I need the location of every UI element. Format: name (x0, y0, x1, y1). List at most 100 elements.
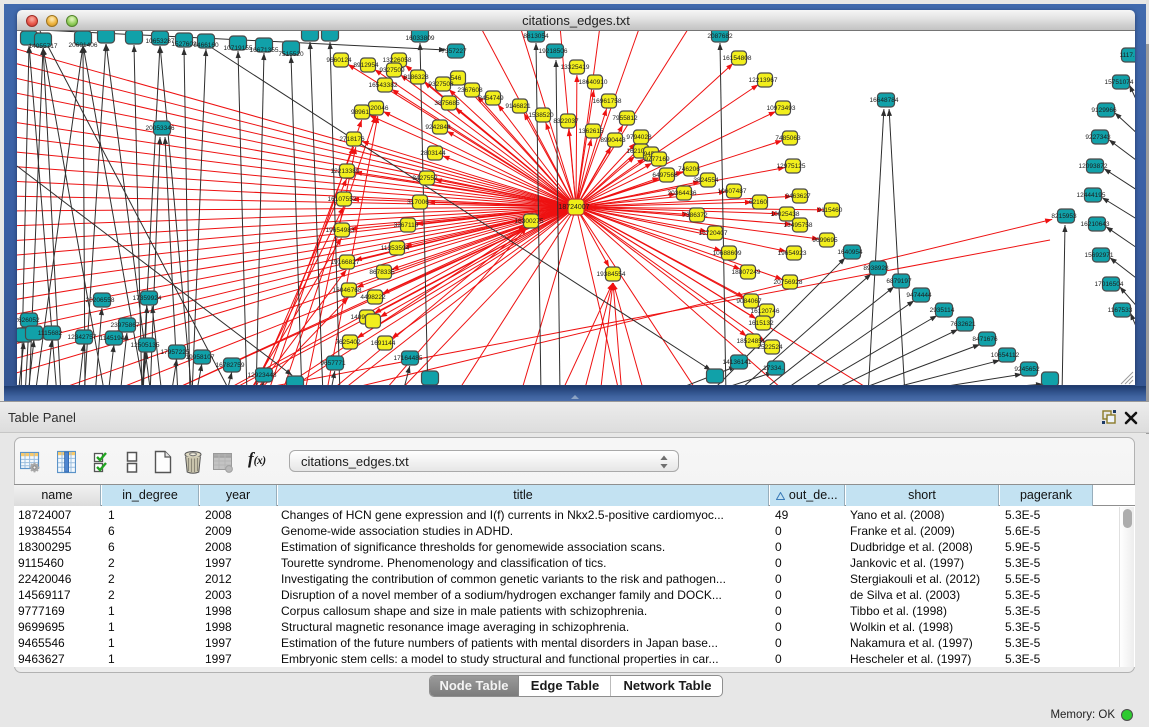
svg-text:16154808: 16154808 (723, 55, 752, 62)
svg-text:1145194: 1145194 (100, 335, 125, 342)
svg-text:16120746: 16120746 (751, 308, 780, 315)
svg-text:2935114: 2935114 (930, 307, 955, 314)
svg-text:98961: 98961 (351, 109, 369, 116)
svg-text:6466160: 6466160 (193, 42, 219, 49)
svg-text:20691406: 20691406 (69, 42, 98, 49)
svg-text:16107552: 16107552 (328, 196, 357, 203)
svg-text:18724007: 18724007 (558, 204, 589, 211)
svg-text:6497568: 6497568 (652, 172, 678, 179)
svg-text:12444195: 12444195 (1077, 192, 1106, 199)
svg-text:9242848: 9242848 (425, 124, 451, 131)
svg-text:14136141: 14136141 (723, 359, 752, 366)
svg-text:2626052: 2626052 (17, 317, 40, 324)
svg-text:11353594: 11353594 (381, 245, 410, 252)
svg-text:9129966: 9129966 (1091, 107, 1117, 114)
svg-text:12342757: 12342757 (68, 334, 97, 341)
svg-text:14055717: 14055717 (29, 43, 58, 50)
svg-text:8938928: 8938928 (863, 265, 889, 272)
svg-text:9245652: 9245652 (1014, 366, 1040, 373)
svg-text:9227343: 9227343 (1085, 134, 1111, 141)
svg-text:18640910: 18640910 (579, 79, 608, 86)
svg-text:1167533: 1167533 (1108, 307, 1133, 314)
svg-text:16033809: 16033809 (406, 35, 435, 42)
svg-text:8186328: 8186328 (403, 74, 429, 81)
svg-text:19654983: 19654983 (326, 227, 355, 234)
svg-text:16046768: 16046768 (333, 287, 362, 294)
svg-text:10688609: 10688609 (713, 250, 742, 257)
svg-text:15720407: 15720407 (699, 230, 728, 237)
svg-text:9794028: 9794028 (626, 134, 652, 141)
svg-text:9084067: 9084067 (736, 298, 762, 305)
svg-text:20206558: 20206558 (86, 297, 115, 304)
svg-text:2522524: 2522524 (757, 344, 783, 351)
svg-text:17359924: 17359924 (133, 295, 162, 302)
svg-text:7357227: 7357227 (441, 48, 467, 55)
svg-text:12213967: 12213967 (749, 77, 778, 84)
svg-text:4498222: 4498222 (360, 294, 386, 301)
svg-text:16210643: 16210643 (1081, 221, 1110, 228)
svg-text:8454749: 8454749 (478, 95, 504, 102)
svg-text:18807249: 18807249 (732, 269, 761, 276)
svg-text:8990443: 8990443 (600, 137, 626, 144)
svg-text:9699695: 9699695 (812, 237, 838, 244)
svg-text:1115682: 1115682 (38, 330, 63, 337)
svg-text:6879197: 6879197 (886, 278, 912, 285)
svg-text:317006: 317006 (407, 199, 429, 206)
svg-text:16671355: 16671355 (250, 47, 279, 54)
svg-text:9115460: 9115460 (818, 207, 843, 214)
svg-text:1538520: 1538520 (528, 112, 554, 119)
svg-text:12923448: 12923448 (248, 372, 277, 379)
svg-text:16961758: 16961758 (593, 98, 622, 105)
svg-text:8813054: 8813054 (523, 33, 549, 40)
svg-text:12505135: 12505135 (131, 342, 160, 349)
svg-text:2367608: 2367608 (457, 87, 483, 94)
svg-text:1362615: 1362615 (578, 128, 604, 135)
svg-text:23975867: 23975867 (111, 322, 140, 329)
svg-text:7955812: 7955812 (612, 115, 638, 122)
svg-text:7515520: 7515520 (278, 51, 304, 58)
svg-text:17016504: 17016504 (1095, 281, 1124, 288)
svg-text:3875685: 3875685 (434, 100, 460, 107)
svg-text:20364436: 20364436 (668, 190, 697, 197)
svg-text:10973493: 10973493 (767, 105, 796, 112)
svg-text:19166827: 19166827 (331, 259, 360, 266)
svg-text:19218506: 19218506 (539, 48, 568, 55)
svg-text:1691144: 1691144 (371, 340, 396, 347)
svg-text:15692971: 15692971 (1085, 252, 1114, 259)
svg-text:10719155: 10719155 (224, 45, 253, 52)
svg-text:7485063: 7485063 (775, 135, 801, 142)
svg-text:8322037: 8322037 (553, 118, 579, 125)
svg-text:13325419: 13325419 (561, 64, 590, 71)
svg-text:2718176: 2718176 (339, 136, 365, 143)
svg-text:15751074: 15751074 (1105, 79, 1134, 86)
svg-text:8427552: 8427552 (412, 175, 438, 182)
svg-text:10607487: 10607487 (718, 188, 747, 195)
svg-text:2087682: 2087682 (707, 33, 733, 40)
svg-text:16543382: 16543382 (369, 82, 398, 89)
svg-text:1615132: 1615132 (748, 320, 774, 327)
svg-text:9657771: 9657771 (320, 360, 346, 367)
svg-text:19958107: 19958107 (186, 354, 215, 361)
svg-text:17164485: 17164485 (394, 355, 423, 362)
svg-text:16782759: 16782759 (216, 362, 245, 369)
svg-text:16648784: 16648784 (870, 97, 899, 104)
svg-text:10654112: 10654112 (991, 352, 1020, 359)
svg-text:2803144: 2803144 (420, 150, 446, 157)
svg-text:7632621: 7632621 (950, 321, 976, 328)
svg-text:1640954: 1640954 (837, 249, 863, 256)
svg-text:19654923: 19654923 (778, 250, 807, 257)
svg-text:8471676: 8471676 (972, 336, 998, 343)
svg-text:12093872: 12093872 (1079, 163, 1108, 170)
svg-text:9474444: 9474444 (906, 292, 932, 299)
svg-text:8215953: 8215953 (1051, 213, 1077, 220)
svg-text:12213389: 12213389 (331, 168, 360, 175)
svg-text:8912954: 8912954 (353, 62, 379, 69)
svg-text:7625402: 7625402 (335, 339, 361, 346)
svg-text:9327508: 9327508 (428, 81, 454, 88)
svg-text:12975125: 12975125 (777, 163, 806, 170)
svg-text:18300275: 18300275 (515, 218, 544, 225)
svg-text:3824554: 3824554 (693, 177, 719, 184)
svg-text:20756928: 20756928 (774, 279, 803, 286)
svg-text:9463627: 9463627 (785, 193, 811, 200)
svg-text:62160: 62160 (749, 199, 767, 206)
